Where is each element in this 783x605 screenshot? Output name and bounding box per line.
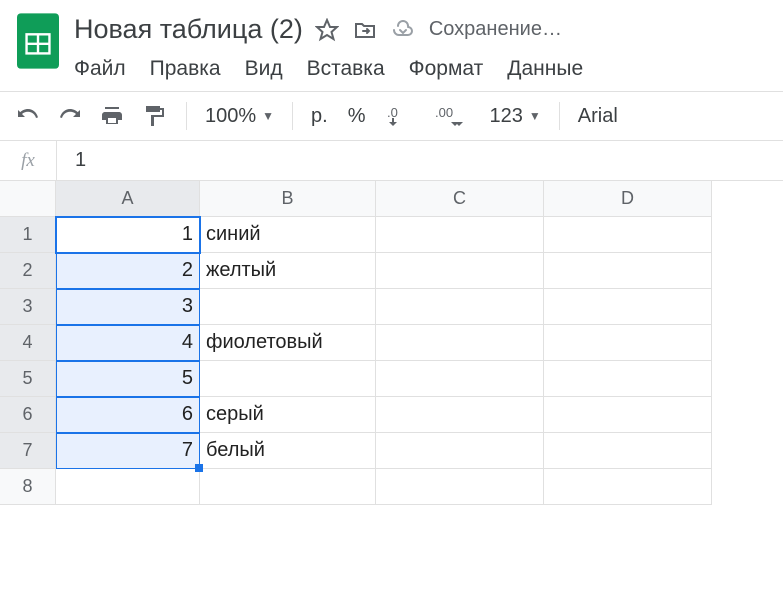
cell-c1[interactable] [376,217,544,253]
cell-c8[interactable] [376,469,544,505]
redo-button[interactable] [56,102,84,130]
format-currency-button[interactable]: р. [311,105,328,128]
cell-a6[interactable]: 6 [56,397,200,433]
toolbar: 100% ▼ р. % .0 .00 123 ▼ Arial [0,91,783,141]
menu-bar: Файл Правка Вид Вставка Формат Данные [74,49,769,91]
formula-input[interactable]: 1 [57,149,86,172]
cell-d4[interactable] [544,325,712,361]
cell-b3[interactable] [200,289,376,325]
sheets-logo[interactable] [14,10,62,72]
zoom-dropdown[interactable]: 100% ▼ [205,105,274,128]
row-header-1[interactable]: 1 [0,217,56,253]
cell-c5[interactable] [376,361,544,397]
cell-c4[interactable] [376,325,544,361]
column-header-b[interactable]: B [200,181,376,217]
cell-b5[interactable] [200,361,376,397]
cell-b7[interactable]: белый [200,433,376,469]
cell-b2[interactable]: желтый [200,253,376,289]
format-percent-button[interactable]: % [348,105,366,128]
cell-d5[interactable] [544,361,712,397]
cell-a3[interactable]: 3 [56,289,200,325]
number-format-dropdown[interactable]: 123 ▼ [490,105,541,128]
cell-a5[interactable]: 5 [56,361,200,397]
cell-d7[interactable] [544,433,712,469]
cell-d2[interactable] [544,253,712,289]
menu-format[interactable]: Формат [409,57,484,81]
menu-insert[interactable]: Вставка [307,57,385,81]
chevron-down-icon: ▼ [529,109,541,123]
cell-a4[interactable]: 4 [56,325,200,361]
chevron-down-icon: ▼ [262,109,274,123]
column-header-c[interactable]: C [376,181,544,217]
select-all-corner[interactable] [0,181,56,217]
menu-file[interactable]: Файл [74,57,126,81]
svg-text:.00: .00 [435,105,453,120]
number-format-label: 123 [490,105,523,128]
row-header-4[interactable]: 4 [0,325,56,361]
zoom-value: 100% [205,105,256,128]
menu-edit[interactable]: Правка [150,57,221,81]
row-header-7[interactable]: 7 [0,433,56,469]
spreadsheet-grid[interactable]: A B C D 1 1 синий 2 2 желтый 3 3 4 4 фио… [0,181,783,505]
undo-button[interactable] [14,102,42,130]
row-header-2[interactable]: 2 [0,253,56,289]
cloud-sync-icon [391,18,415,42]
decrease-decimal-button[interactable]: .0 [386,102,414,130]
cell-a1[interactable]: 1 [56,217,200,253]
cell-c6[interactable] [376,397,544,433]
cell-d3[interactable] [544,289,712,325]
cell-c2[interactable] [376,253,544,289]
cell-c7[interactable] [376,433,544,469]
cell-b8[interactable] [200,469,376,505]
cell-b1[interactable]: синий [200,217,376,253]
row-header-6[interactable]: 6 [0,397,56,433]
cell-d1[interactable] [544,217,712,253]
row-header-5[interactable]: 5 [0,361,56,397]
svg-text:.0: .0 [387,105,398,120]
print-button[interactable] [98,102,126,130]
menu-view[interactable]: Вид [245,57,283,81]
cell-b4[interactable]: фиолетовый [200,325,376,361]
menu-data[interactable]: Данные [507,57,583,81]
cell-d8[interactable] [544,469,712,505]
increase-decimal-button[interactable]: .00 [434,102,470,130]
cell-c3[interactable] [376,289,544,325]
row-header-3[interactable]: 3 [0,289,56,325]
star-icon[interactable] [315,18,339,42]
document-title[interactable]: Новая таблица (2) [74,14,303,45]
cell-a2[interactable]: 2 [56,253,200,289]
move-folder-icon[interactable] [353,18,377,42]
formula-bar: fx 1 [0,141,783,181]
column-header-a[interactable]: A [56,181,200,217]
row-header-8[interactable]: 8 [0,469,56,505]
paint-format-button[interactable] [140,102,168,130]
cell-a8[interactable] [56,469,200,505]
fx-icon: fx [0,150,56,172]
cell-b6[interactable]: серый [200,397,376,433]
font-dropdown[interactable]: Arial [578,105,618,128]
column-header-d[interactable]: D [544,181,712,217]
cell-a7[interactable]: 7 [56,433,200,469]
saving-status: Сохранение… [429,18,562,41]
cell-d6[interactable] [544,397,712,433]
